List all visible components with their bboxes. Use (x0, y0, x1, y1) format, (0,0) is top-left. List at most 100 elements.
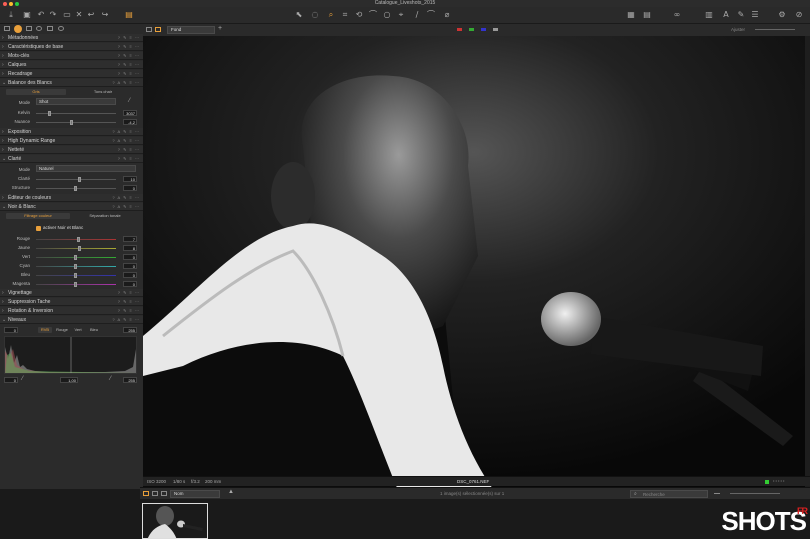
settings-icon[interactable]: ⚙ (777, 10, 787, 20)
select-tool-icon[interactable]: ⬉ (294, 10, 304, 20)
multi-view-icon[interactable] (155, 27, 161, 32)
main-photo[interactable] (143, 36, 805, 502)
tab-red[interactable]: Rouge (54, 327, 70, 333)
green-slider[interactable] (36, 255, 116, 260)
cyan-value[interactable]: 0 (123, 263, 137, 269)
section-exposure[interactable]: › Exposition? A ✎ ≡ ⋯ (0, 128, 143, 136)
clip-luma-icon[interactable] (493, 28, 498, 31)
tab-skin[interactable]: Tons chair (70, 89, 136, 95)
color-tab-icon[interactable] (14, 25, 22, 33)
tab-gray[interactable]: Gris (6, 89, 66, 95)
levels-output-low[interactable]: 0 (4, 377, 18, 383)
add-layer-icon[interactable]: + (218, 25, 222, 32)
nuance-value[interactable]: -4,2 (123, 119, 137, 125)
magenta-slider[interactable] (36, 282, 116, 287)
tab-rgb[interactable]: RVB (38, 327, 52, 333)
clarity-knob[interactable] (78, 177, 81, 182)
tab-color-filter[interactable]: Filtrage couleur (6, 213, 70, 219)
enable-bw-checkbox[interactable] (36, 226, 41, 231)
copy-adjustments-icon[interactable]: ▤ (124, 10, 134, 20)
text-icon[interactable]: A (721, 10, 731, 20)
structure-value[interactable]: 0 (123, 185, 137, 191)
clarity-slider[interactable] (36, 177, 116, 182)
lens-tab-icon[interactable] (36, 26, 42, 31)
levels-midpoint[interactable]: 1,00 (60, 377, 78, 383)
magenta-knob[interactable] (74, 282, 77, 287)
magenta-value[interactable]: 0 (123, 281, 137, 287)
list-icon[interactable]: ☰ (750, 10, 760, 20)
section-crop[interactable]: › Recadrage? ✎ ≡ ⋯ (0, 70, 143, 78)
tab-green[interactable]: Vert (71, 327, 85, 333)
section-white-balance[interactable]: ⌄ Balance des Blancs? A ✎ ≡ ⋯ (0, 79, 143, 87)
section-basic[interactable]: › Caractéristiques de base? ✎ ≡ ⋯ (0, 43, 143, 51)
rotate-tool-icon[interactable]: ⟲ (354, 10, 364, 20)
yellow-slider[interactable] (36, 246, 116, 251)
eyedropper-icon[interactable]: ⁄ (129, 98, 130, 104)
green-value[interactable]: 0 (123, 254, 137, 260)
clarity-mode-select[interactable]: Naturel (36, 165, 136, 172)
clip-blue-icon[interactable] (481, 28, 486, 31)
settings-tab-icon[interactable] (58, 26, 64, 31)
library-tab-icon[interactable] (4, 26, 10, 31)
spot-tool-icon[interactable]: ○ (382, 10, 392, 20)
nuance-slider[interactable] (36, 120, 116, 125)
structure-slider[interactable] (36, 186, 116, 191)
blue-slider[interactable] (36, 273, 116, 278)
kelvin-knob[interactable] (48, 111, 51, 116)
section-spot-removal[interactable]: › Suppression Tache? ✎ ≡ ⋯ (0, 298, 143, 306)
clip-green-icon[interactable] (469, 28, 474, 31)
eraser-tool-icon[interactable]: ⌒ (426, 10, 436, 20)
rating-stars[interactable]: • • • • • (773, 478, 784, 483)
edit-icon[interactable]: ✎ (736, 10, 746, 20)
thumbnail-selected[interactable] (142, 503, 208, 539)
zoom-tool-icon[interactable]: ⌕ (326, 10, 336, 20)
white-picker-icon[interactable]: ⁄ (110, 376, 111, 382)
search-field[interactable]: ⌕ Recherche (630, 490, 708, 498)
nuance-knob[interactable] (70, 120, 73, 125)
grid-icon[interactable]: ▤ (642, 10, 652, 20)
keystone-tool-icon[interactable]: ⌒ (368, 10, 378, 20)
red-value[interactable]: 7 (123, 236, 137, 242)
filmstrip-view-icon[interactable] (161, 491, 167, 496)
pan-tool-icon[interactable]: ◌ (310, 10, 320, 20)
histogram[interactable] (4, 336, 137, 374)
section-black-white[interactable]: ⌄ Noir & Blanc? A ✎ ≡ ⋯ (0, 203, 143, 211)
exposure-tab-icon[interactable] (26, 26, 32, 31)
structure-knob[interactable] (74, 186, 77, 191)
redo-icon[interactable]: ↪ (100, 10, 110, 20)
kelvin-slider[interactable] (36, 111, 116, 116)
red-knob[interactable] (77, 237, 80, 242)
yellow-knob[interactable] (78, 246, 81, 251)
list-view-icon[interactable] (152, 491, 158, 496)
tab-split-tone[interactable]: Séparation tonale (72, 213, 138, 219)
green-knob[interactable] (74, 255, 77, 260)
levels-input-high[interactable]: 255 (123, 327, 137, 333)
delete-icon[interactable]: ✕ (74, 10, 84, 20)
rotate-right-icon[interactable]: ↷ (48, 10, 58, 20)
section-keywords[interactable]: › Mots-clés? ✎ ≡ ⋯ (0, 52, 143, 60)
section-color-editor[interactable]: › Éditeur de couleurs? A ✎ ≡ ⋯ (0, 194, 143, 202)
folder-icon[interactable]: ▭ (62, 10, 72, 20)
sort-select[interactable]: Nom (170, 490, 220, 498)
kelvin-value[interactable]: 3037 (123, 110, 137, 116)
help-icon[interactable]: ⊘ (794, 10, 804, 20)
cyan-slider[interactable] (36, 264, 116, 269)
section-sharpening[interactable]: › Netteté? ✎ ≡ ⋯ (0, 146, 143, 154)
blue-knob[interactable] (74, 273, 77, 278)
black-picker-icon[interactable]: ⁄ (22, 376, 23, 382)
sort-direction-icon[interactable]: ▲ (228, 489, 234, 495)
rotate-left-icon[interactable]: ↶ (36, 10, 46, 20)
cyan-knob[interactable] (74, 264, 77, 269)
thumbnail-view-icon[interactable] (143, 491, 149, 496)
section-layers[interactable]: › Calques? ✎ ≡ ⋯ (0, 61, 143, 69)
section-hdr[interactable]: › High Dynamic Range? A ✎ ≡ ⋯ (0, 137, 143, 145)
red-slider[interactable] (36, 237, 116, 242)
camera-icon[interactable]: ▣ (22, 10, 32, 20)
section-vignetting[interactable]: › Vignettage? ✎ ≡ ⋯ (0, 289, 143, 297)
blue-value[interactable]: 0 (123, 272, 137, 278)
color-tag[interactable] (765, 480, 769, 484)
section-rotation[interactable]: › Rotation & Inversion? ✎ ≡ ⋯ (0, 307, 143, 315)
section-clarity[interactable]: ⌄ Clarté? ✎ ≡ ⋯ (0, 155, 143, 163)
section-metadata[interactable]: › Métadonnées? ✎ ≡ ⋯ (0, 34, 143, 42)
details-tab-icon[interactable] (47, 26, 53, 31)
